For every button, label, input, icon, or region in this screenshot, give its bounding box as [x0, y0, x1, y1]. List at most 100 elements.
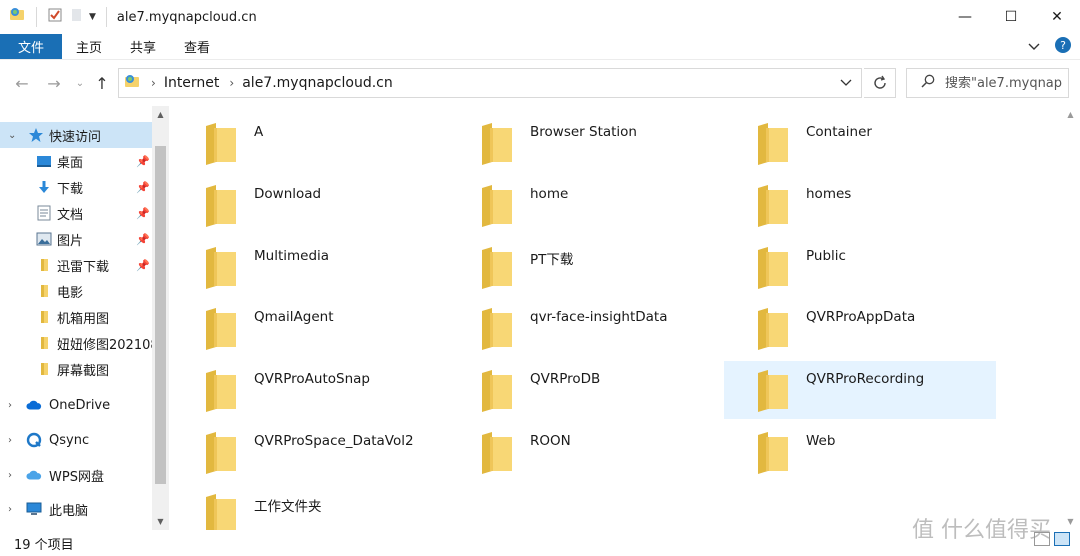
folder-icon	[756, 307, 790, 355]
folder-item[interactable]: Download	[172, 176, 444, 234]
folder-item[interactable]: QVRProDB	[448, 361, 720, 419]
folder-item[interactable]: QVRProSpace_DataVol2	[172, 423, 444, 481]
minimize-button[interactable]: —	[942, 0, 988, 34]
sidebar-item-label: 屏幕截图	[57, 363, 110, 379]
folder-label: QVRProAppData	[806, 309, 916, 325]
scrollbar-thumb[interactable]	[155, 146, 166, 484]
sidebar-item-this-pc[interactable]: › 此电脑	[0, 496, 152, 522]
properties-icon[interactable]	[47, 7, 63, 27]
sidebar-item-quick-access[interactable]: ⌄ 快速访问	[0, 122, 152, 148]
recent-locations-chevron-icon[interactable]: ⌄	[70, 72, 90, 94]
folder-label: Public	[806, 248, 846, 264]
pin-icon[interactable]: 📌	[136, 207, 150, 220]
folder-label: homes	[806, 186, 852, 202]
chevron-right-icon[interactable]: ›	[8, 470, 12, 481]
folder-view: A Browser Station Container Download home hom…	[170, 106, 1062, 530]
folder-label: QVRProAutoSnap	[254, 371, 370, 387]
scroll-down-icon[interactable]: ▼	[152, 513, 169, 530]
breadcrumb-internet[interactable]: Internet	[164, 75, 220, 91]
item-count: 19 个项目	[14, 537, 74, 553]
refresh-button[interactable]	[864, 68, 896, 98]
sidebar-item-case-images[interactable]: 机箱用图	[0, 304, 152, 330]
sidebar-item-label: 迅雷下载	[57, 259, 110, 275]
sidebar-item-screenshots[interactable]: 屏幕截图	[0, 356, 152, 382]
folder-item[interactable]: QmailAgent	[172, 299, 444, 357]
folder-item[interactable]: A	[172, 114, 444, 172]
folder-label: Multimedia	[254, 248, 330, 264]
sidebar-item-movies[interactable]: 电影	[0, 278, 152, 304]
title-bar: ▼ ale7.myqnapcloud.cn — ☐ ✕	[0, 0, 1080, 34]
breadcrumb-host[interactable]: ale7.myqnapcloud.cn	[242, 75, 393, 91]
chevron-down-icon[interactable]: ⌄	[8, 130, 16, 141]
folder-item[interactable]: Container	[724, 114, 996, 172]
folder-item[interactable]: Multimedia	[172, 238, 444, 296]
content-scrollbar[interactable]: ▲ ▼	[1062, 106, 1079, 530]
folder-item[interactable]: homes	[724, 176, 996, 234]
search-box[interactable]	[906, 68, 1069, 98]
ribbon-tabs: 文件 主页 共享 查看 ?	[0, 34, 1080, 60]
chevron-right-icon[interactable]: ›	[8, 435, 12, 446]
help-icon[interactable]: ?	[1054, 36, 1072, 58]
sidebar-item-qsync[interactable]: › Qsync	[0, 427, 152, 453]
sidebar-item-photo-edits[interactable]: 妞妞修图202108	[0, 330, 152, 356]
tab-view[interactable]: 查看	[170, 34, 224, 59]
folder-item[interactable]: Web	[724, 423, 996, 481]
pin-icon[interactable]: 📌	[136, 259, 150, 272]
qsync-icon	[26, 432, 42, 448]
new-folder-icon[interactable]	[69, 7, 83, 27]
tab-file[interactable]: 文件	[0, 34, 62, 59]
tab-share[interactable]: 共享	[116, 34, 170, 59]
details-view-icon[interactable]	[1034, 532, 1050, 546]
folder-label: A	[254, 124, 264, 140]
address-dropdown-icon[interactable]	[831, 69, 861, 97]
sidebar-item-label: 图片	[57, 233, 84, 249]
folder-item[interactable]: home	[448, 176, 720, 234]
folder-item[interactable]: QVRProAppData	[724, 299, 996, 357]
sidebar-item-documents[interactable]: 文档 📌	[0, 200, 152, 226]
sidebar-item-pictures[interactable]: 图片 📌	[0, 226, 152, 252]
folder-icon	[480, 307, 514, 355]
sidebar-item-desktop[interactable]: 桌面 📌	[0, 148, 152, 174]
search-input[interactable]	[945, 75, 1063, 91]
pin-icon[interactable]: 📌	[136, 155, 150, 168]
folder-item[interactable]: ROON	[448, 423, 720, 481]
maximize-button[interactable]: ☐	[988, 0, 1034, 34]
scroll-down-icon[interactable]: ▼	[1062, 513, 1079, 530]
folder-item[interactable]: 工作文件夹	[172, 485, 444, 530]
pin-icon[interactable]: 📌	[136, 233, 150, 246]
large-icons-view-icon[interactable]	[1054, 532, 1070, 546]
folder-item[interactable]: PT下载	[448, 238, 720, 296]
folder-item[interactable]: qvr-face-insightData	[448, 299, 720, 357]
folder-item[interactable]: QVRProRecording	[724, 361, 996, 419]
scroll-up-icon[interactable]: ▲	[152, 106, 169, 123]
sidebar-item-label: WPS网盘	[49, 469, 104, 485]
folder-icon	[480, 246, 514, 294]
folder-item[interactable]: Public	[724, 238, 996, 296]
folder-item[interactable]: Browser Station	[448, 114, 720, 172]
address-bar[interactable]: › Internet › ale7.myqnapcloud.cn	[118, 68, 862, 98]
desktop-icon	[36, 153, 52, 169]
close-button[interactable]: ✕	[1034, 0, 1080, 34]
sidebar-item-onedrive[interactable]: › OneDrive	[0, 392, 152, 418]
customize-toolbar-chevron-icon[interactable]: ▼	[89, 12, 96, 22]
quick-access-toolbar: ▼	[0, 0, 111, 34]
forward-arrow-icon[interactable]: →	[44, 72, 64, 94]
scroll-up-icon[interactable]: ▲	[1062, 106, 1079, 123]
chevron-right-icon[interactable]: ›	[8, 504, 12, 515]
view-toggle	[1034, 532, 1070, 546]
folder-label: qvr-face-insightData	[530, 309, 668, 325]
folder-item[interactable]: QVRProAutoSnap	[172, 361, 444, 419]
up-arrow-icon[interactable]: ↑	[92, 72, 112, 94]
pin-icon[interactable]: 📌	[136, 181, 150, 194]
tab-home[interactable]: 主页	[62, 34, 116, 59]
back-arrow-icon[interactable]: ←	[12, 72, 32, 94]
breadcrumb-separator-icon[interactable]: ›	[151, 76, 156, 90]
sidebar-item-label: 妞妞修图202108	[57, 337, 152, 353]
sidebar-scrollbar[interactable]: ▲ ▼	[152, 106, 169, 530]
expand-ribbon-chevron-icon[interactable]	[1028, 40, 1040, 55]
sidebar-item-wps-cloud[interactable]: › WPS网盘	[0, 462, 152, 488]
sidebar-item-downloads[interactable]: 下载 📌	[0, 174, 152, 200]
breadcrumb-separator-icon[interactable]: ›	[229, 76, 234, 90]
chevron-right-icon[interactable]: ›	[8, 400, 12, 411]
sidebar-item-thunder-downloads[interactable]: 迅雷下载 📌	[0, 252, 152, 278]
